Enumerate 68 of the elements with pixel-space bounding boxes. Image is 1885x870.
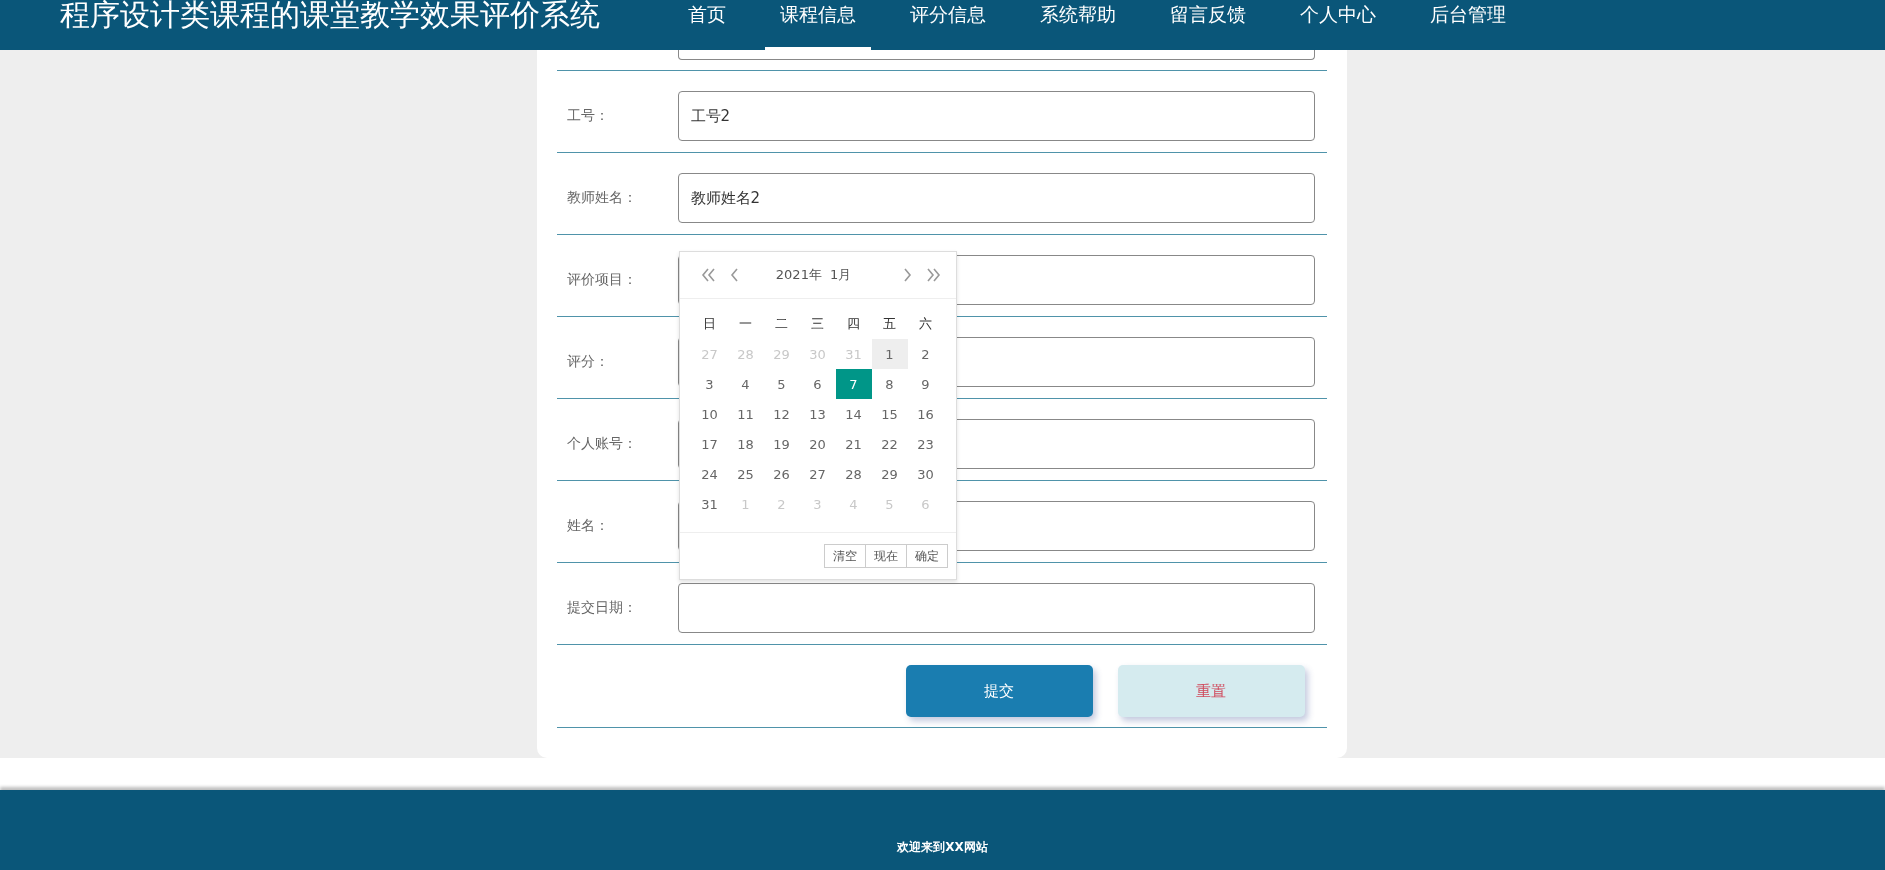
date-cell[interactable]: 10	[691, 399, 728, 429]
weekday-label: 四	[846, 315, 861, 333]
double-chevron-right-icon[interactable]	[924, 267, 942, 283]
date-cell[interactable]: 30	[907, 459, 944, 489]
nav-tab[interactable]: 留言反馈	[1155, 0, 1261, 50]
year-label[interactable]: 2021年	[775, 266, 822, 284]
date-cell[interactable]: 9	[907, 369, 944, 399]
date-cell[interactable]: 5	[763, 369, 800, 399]
weekday-label: 一	[738, 315, 753, 333]
input-field[interactable]	[677, 50, 1315, 60]
date-cell[interactable]: 4	[727, 369, 764, 399]
date-cell[interactable]: 6	[799, 369, 836, 399]
date-cell[interactable]: 11	[727, 399, 764, 429]
date-cell[interactable]: 27	[799, 459, 836, 489]
field-label: 提交日期：	[565, 599, 638, 617]
nav-tab[interactable]: 系统帮助	[1025, 0, 1131, 50]
input-field[interactable]: 工号2	[677, 91, 1315, 141]
field-label: 个人账号：	[565, 435, 638, 453]
date-cell[interactable]: 3	[691, 369, 728, 399]
weekday-label: 三	[810, 315, 825, 333]
date-cell[interactable]: 16	[907, 399, 944, 429]
chevron-left-icon[interactable]	[728, 267, 740, 283]
date-cell[interactable]: 14	[835, 399, 872, 429]
nav-tab[interactable]: 首页	[673, 0, 741, 50]
date-cell[interactable]: 7	[835, 369, 872, 399]
picker-button[interactable]: 现在	[864, 544, 907, 568]
date-cell[interactable]: 22	[871, 429, 908, 459]
date-cell[interactable]: 8	[871, 369, 908, 399]
footer-text: 欢迎来到XX网站	[897, 839, 988, 856]
date-cell[interactable]: 1	[871, 339, 908, 369]
date-cell[interactable]: 18	[727, 429, 764, 459]
field-label: 姓名：	[565, 517, 610, 535]
chevron-right-icon[interactable]	[901, 267, 913, 283]
weekday-label: 五	[882, 315, 897, 333]
picker-button[interactable]: 清空	[823, 544, 866, 568]
date-cell[interactable]: 26	[763, 459, 800, 489]
field-label: 教师姓名：	[565, 189, 638, 207]
date-cell[interactable]: 23	[907, 429, 944, 459]
double-chevron-left-icon[interactable]	[699, 267, 717, 283]
reset-button[interactable]: 重置	[1117, 665, 1305, 717]
picker-button[interactable]: 确定	[905, 544, 948, 568]
date-cell[interactable]: 2	[907, 339, 944, 369]
field-label: 评价项目：	[565, 271, 638, 289]
submit-button[interactable]: 提交	[905, 665, 1093, 717]
nav-tab[interactable]: 评分信息	[895, 0, 1001, 50]
date-cell[interactable]: 17	[691, 429, 728, 459]
date-cell[interactable]: 24	[691, 459, 728, 489]
date-cell[interactable]: 21	[835, 429, 872, 459]
date-cell[interactable]: 25	[727, 459, 764, 489]
nav-tab[interactable]: 后台管理	[1415, 0, 1521, 50]
nav-tab[interactable]: 个人中心	[1285, 0, 1391, 50]
date-cell[interactable]: 12	[763, 399, 800, 429]
input-field[interactable]	[677, 583, 1315, 633]
date-cell[interactable]: 13	[799, 399, 836, 429]
month-label[interactable]: 1月	[829, 266, 852, 284]
date-cell[interactable]: 28	[835, 459, 872, 489]
date-cell[interactable]: 29	[871, 459, 908, 489]
date-cell[interactable]: 20	[799, 429, 836, 459]
date-cell[interactable]: 15	[871, 399, 908, 429]
site-title: 程序设计类课程的课堂教学效果评价系统	[60, 0, 601, 30]
date-cell[interactable]: 31	[691, 489, 728, 519]
date-cell[interactable]: 19	[763, 429, 800, 459]
weekday-label: 二	[774, 315, 789, 333]
field-label: 评分：	[565, 353, 610, 371]
weekday-label: 六	[918, 315, 933, 333]
field-label: 工号：	[565, 107, 610, 125]
input-field[interactable]: 教师姓名2	[677, 173, 1315, 223]
weekday-label: 日	[702, 315, 717, 333]
